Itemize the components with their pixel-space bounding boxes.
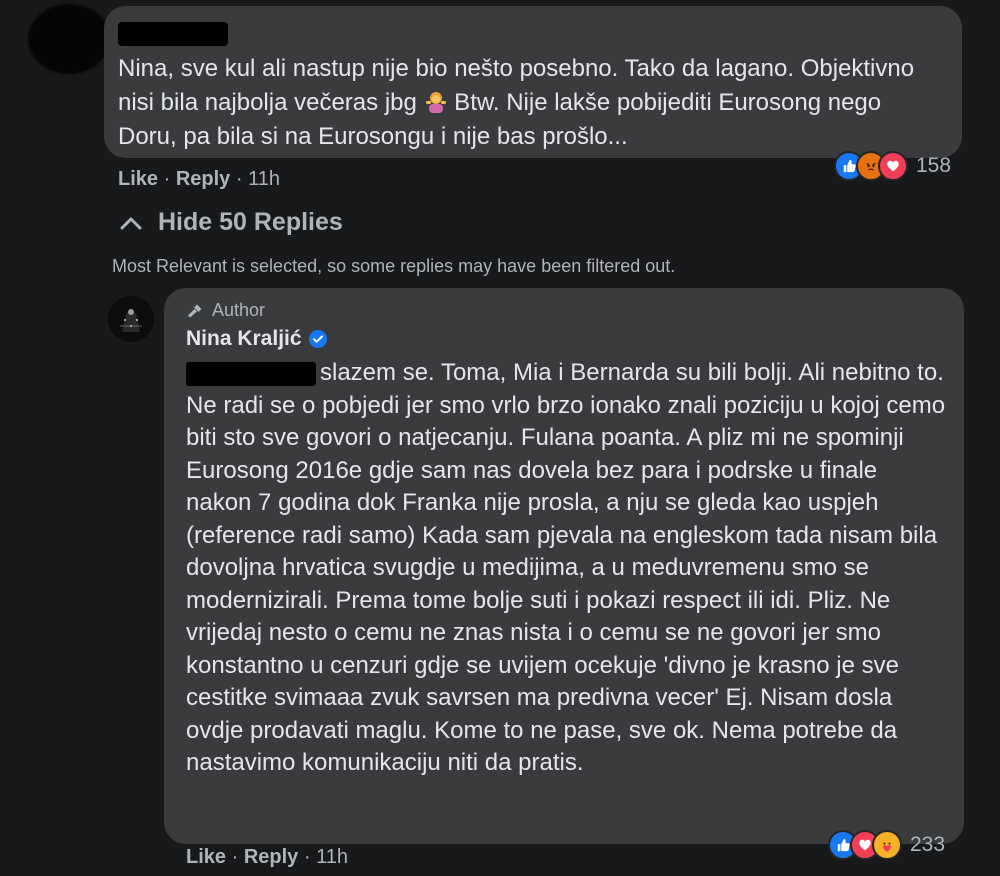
- reply-author-avatar[interactable]: [108, 296, 154, 342]
- hide-replies-button[interactable]: Hide 50 Replies: [120, 208, 343, 237]
- redacted-commenter-name: [118, 22, 228, 46]
- reaction-count[interactable]: 233: [910, 833, 945, 857]
- reaction-count[interactable]: 158: [916, 154, 951, 178]
- author-badge: Author: [186, 300, 265, 321]
- reply-reactions[interactable]: 233: [828, 830, 945, 860]
- reply-actions: Like · Reply · 11h: [186, 846, 348, 868]
- reply-button[interactable]: Reply: [244, 846, 298, 868]
- reply-timestamp[interactable]: 11h: [316, 846, 348, 868]
- like-button[interactable]: Like: [118, 168, 158, 190]
- reply-text: slazem se. Toma, Mia i Bernarda su bili …: [186, 359, 946, 776]
- comment-actions: Like · Reply · 11h: [118, 168, 280, 190]
- filter-notice: Most Relevant is selected, so some repli…: [112, 256, 676, 276]
- love-icon: [878, 151, 908, 181]
- comment-text: Nina, sve kul ali nastup nije bio nešto …: [118, 55, 915, 150]
- verified-icon: [308, 330, 327, 348]
- hide-replies-label: Hide 50 Replies: [158, 208, 343, 236]
- commenter-avatar[interactable]: [28, 4, 110, 74]
- reply-author-name[interactable]: Nina Kraljić: [186, 327, 302, 351]
- microphone-icon: [188, 304, 202, 317]
- person-shrugging-emoji: [424, 90, 448, 114]
- comment-reactions[interactable]: 158: [834, 150, 951, 182]
- reply-author: Nina Kraljić: [186, 327, 327, 351]
- redacted-mention: [186, 362, 316, 386]
- care-icon: [872, 830, 902, 860]
- comment-timestamp[interactable]: 11h: [248, 168, 280, 190]
- like-button[interactable]: Like: [186, 846, 226, 868]
- reply-button[interactable]: Reply: [176, 168, 230, 190]
- chevron-up-icon: [120, 217, 142, 229]
